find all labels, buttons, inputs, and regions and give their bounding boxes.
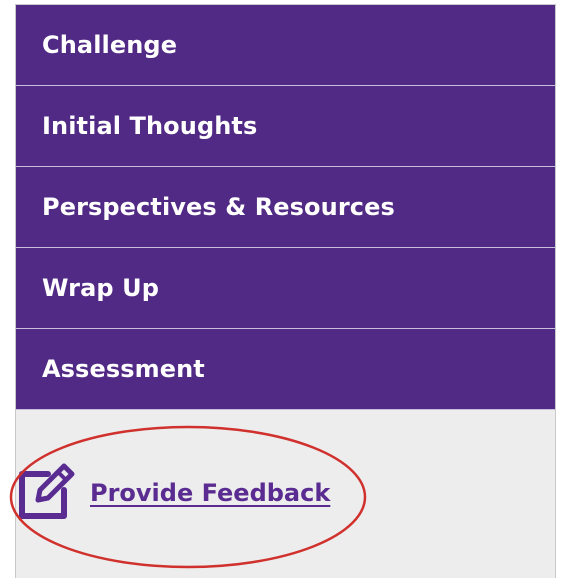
nav-item-perspectives-resources[interactable]: Perspectives & Resources [16,167,555,248]
nav-item-initial-thoughts[interactable]: Initial Thoughts [16,86,555,167]
nav-item-label: Challenge [42,31,178,59]
module-nav-list: Challenge Initial Thoughts Perspectives … [16,5,555,410]
nav-item-label: Perspectives & Resources [42,193,395,221]
nav-item-challenge[interactable]: Challenge [16,5,555,86]
nav-item-label: Initial Thoughts [42,112,258,140]
edit-icon[interactable] [12,460,78,526]
nav-item-assessment[interactable]: Assessment [16,329,555,410]
nav-item-label: Wrap Up [42,274,159,302]
provide-feedback[interactable]: Provide Feedback [12,460,330,526]
nav-item-wrap-up[interactable]: Wrap Up [16,248,555,329]
provide-feedback-link[interactable]: Provide Feedback [90,479,330,507]
nav-item-label: Assessment [42,355,205,383]
